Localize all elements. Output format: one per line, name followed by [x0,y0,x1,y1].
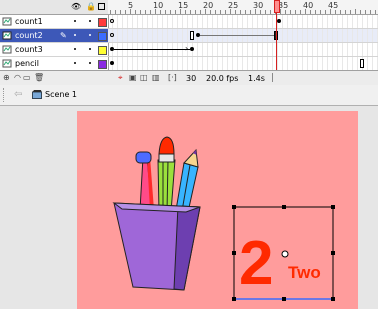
transform-handle [331,251,335,255]
number-text[interactable]: 2 [239,229,273,298]
transform-handle [331,205,335,209]
pencil-blue-drawing[interactable] [175,148,199,213]
transform-handle [232,205,236,209]
transform-handle [232,297,236,301]
transform-pivot [281,250,289,258]
transform-handle [282,297,286,301]
pencil-red-drawing[interactable] [135,151,154,211]
transform-handle [232,251,236,255]
cup-drawing[interactable] [112,202,201,291]
transform-handle [331,297,335,301]
word-text[interactable]: Two [288,263,321,282]
pencil-green-drawing[interactable] [157,136,176,213]
transform-handle [282,205,286,209]
stage-artwork: 2 Two [112,136,335,301]
